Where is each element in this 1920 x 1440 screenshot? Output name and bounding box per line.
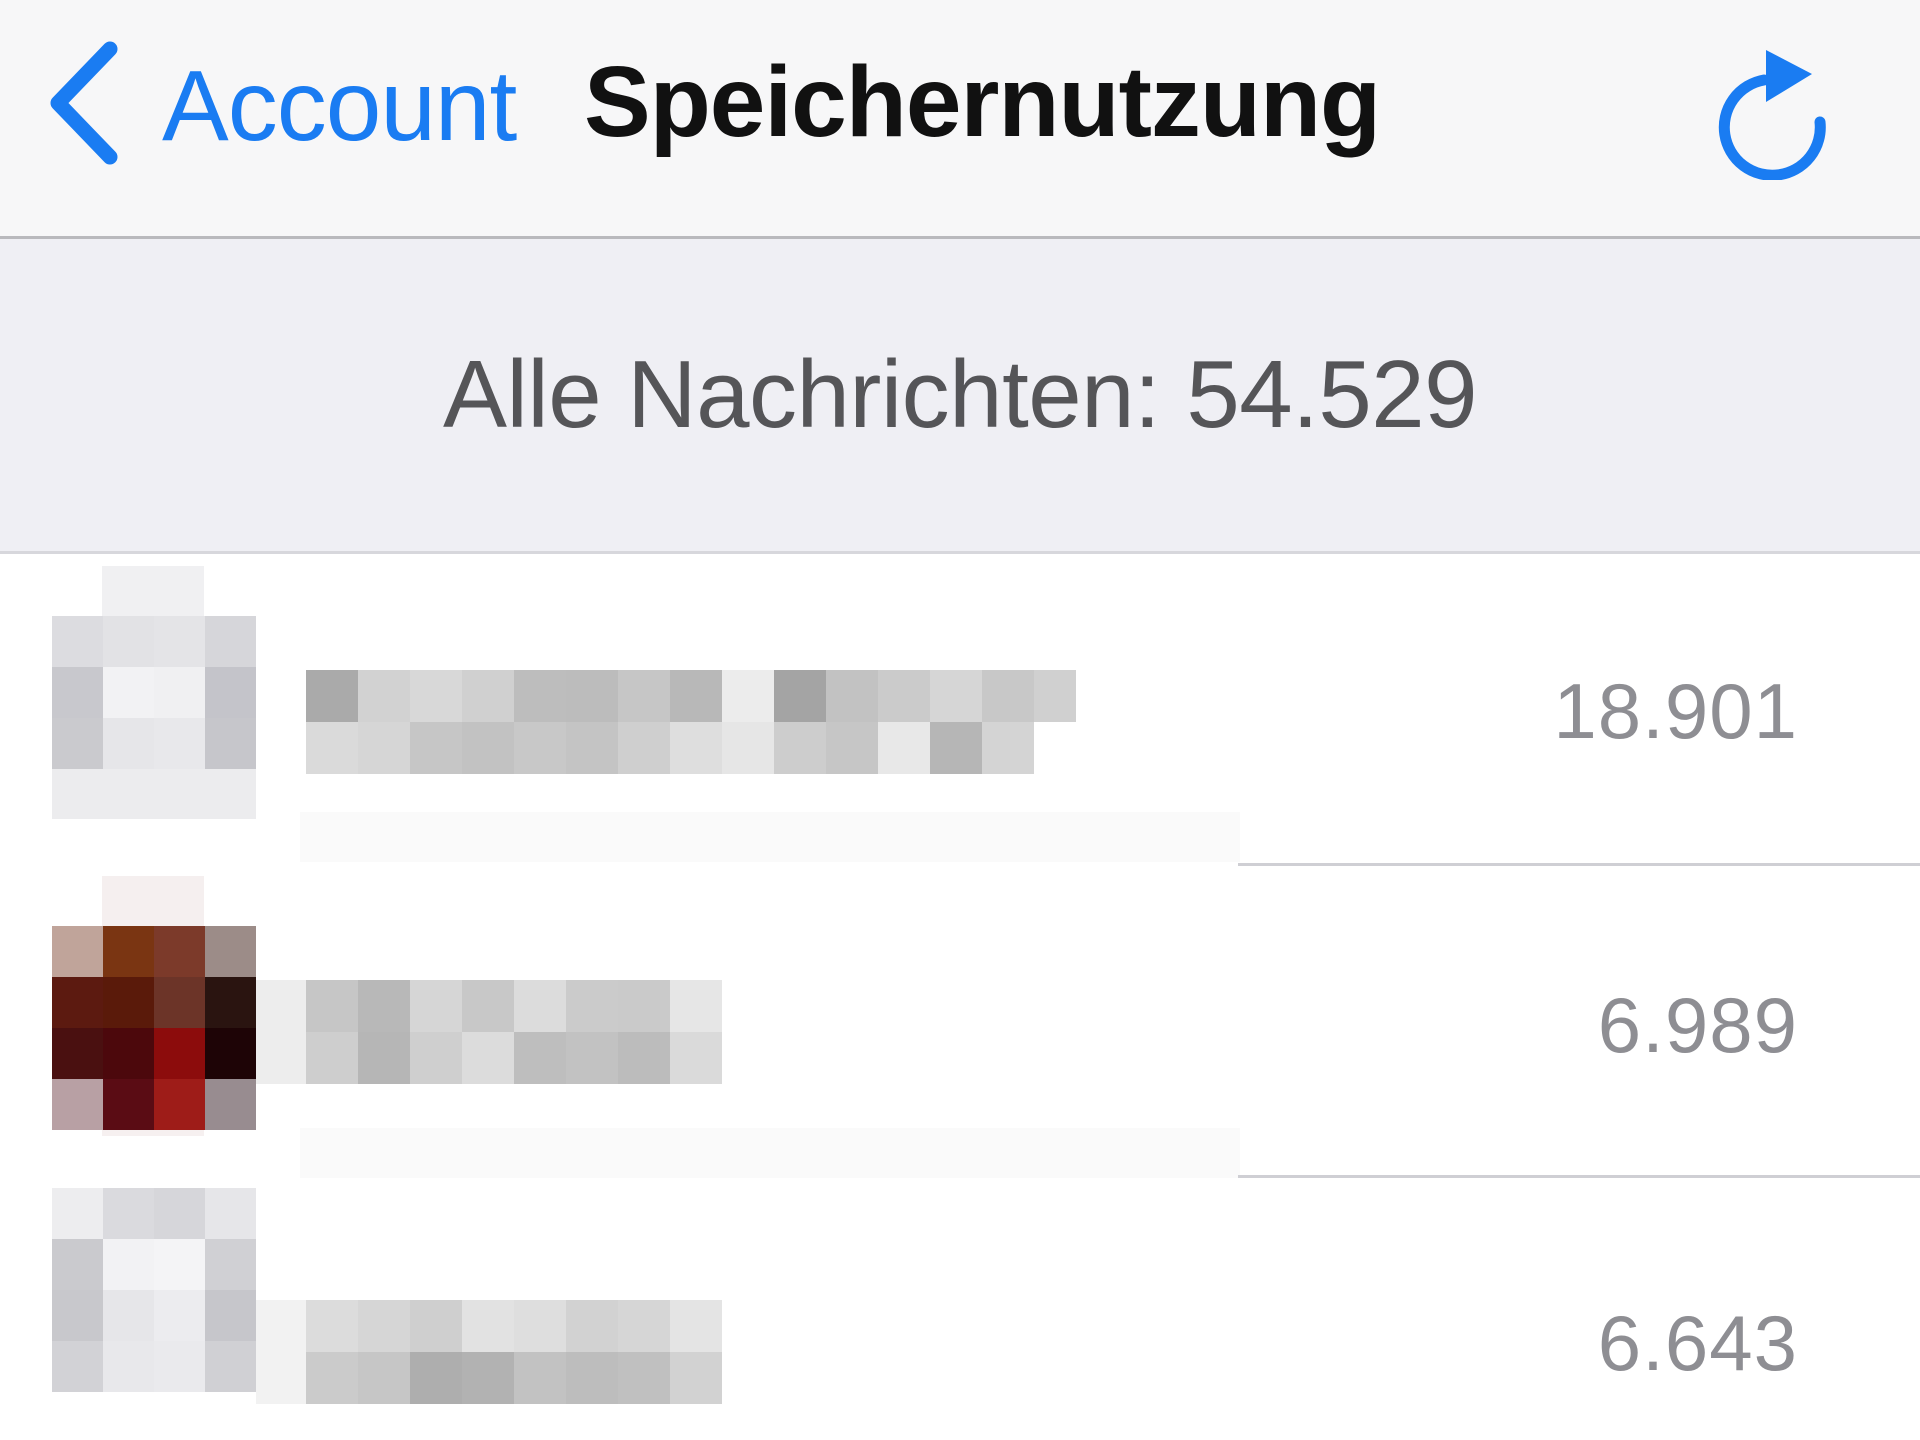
blurred-chat-name [256, 666, 1076, 776]
message-count: 18.901 [1553, 667, 1798, 755]
refresh-icon [1718, 50, 1826, 180]
blurred-chat-preview [300, 812, 1240, 862]
blurred-chat-name [256, 1296, 1076, 1406]
list-item[interactable]: 18.901 [0, 554, 1920, 866]
list-item[interactable]: 6.989 [0, 866, 1920, 1178]
list-item[interactable]: 6.643 [0, 1178, 1920, 1440]
chevron-left-icon [50, 41, 118, 165]
blurred-avatar [0, 876, 260, 1136]
page-title: Speichernutzung [584, 46, 1381, 158]
blurred-avatar [0, 1188, 260, 1440]
message-count: 6.989 [1597, 981, 1798, 1069]
storage-usage-screen: Account Speichernutzung Alle Nachrichten… [0, 0, 1920, 1440]
back-button[interactable]: Account [44, 36, 517, 176]
blurred-chat-preview [300, 1128, 1240, 1178]
blurred-chat-name [256, 976, 1076, 1086]
summary-header: Alle Nachrichten: 54.529 [0, 239, 1920, 554]
back-button-label: Account [162, 50, 517, 162]
total-messages-label: Alle Nachrichten: 54.529 [443, 341, 1477, 448]
message-count: 6.643 [1597, 1299, 1798, 1387]
refresh-button[interactable] [1708, 30, 1838, 180]
chat-storage-list: 18.901 6.989 6.643 [0, 554, 1920, 1440]
blurred-avatar [0, 564, 260, 824]
navigation-bar: Account Speichernutzung [0, 0, 1920, 239]
